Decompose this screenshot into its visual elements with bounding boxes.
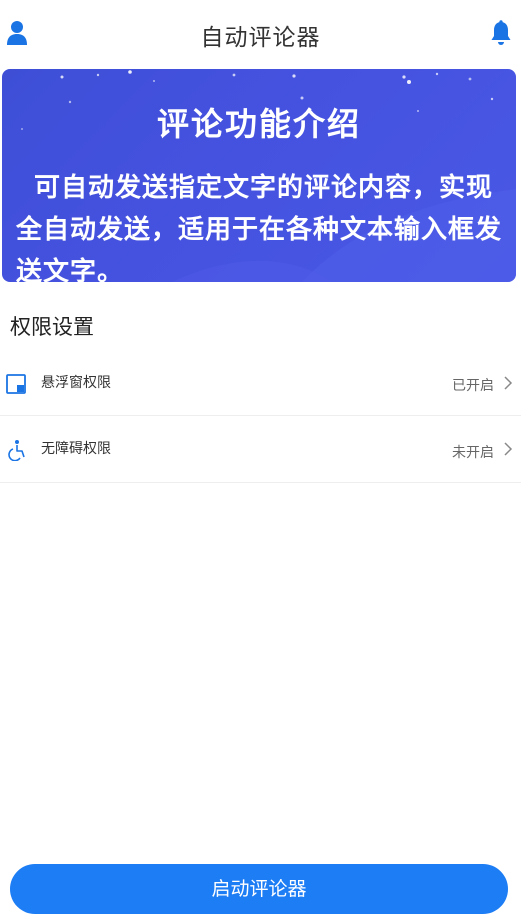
accessibility-icon (8, 440, 25, 461)
chevron-right-icon (504, 442, 513, 456)
divider (0, 415, 521, 416)
banner-title: 评论功能介绍 (156, 105, 361, 143)
divider (0, 482, 521, 483)
permission-label: 无障碍权限 (41, 441, 111, 457)
section-title: 权限设置 (10, 315, 94, 339)
permission-label: 悬浮窗权限 (41, 375, 111, 391)
app-header: 自动评论器 (0, 0, 521, 68)
chevron-right-icon (504, 376, 513, 390)
permission-row-floating-window[interactable]: 悬浮窗权限 已开启 (0, 350, 521, 416)
banner-description: 可自动发送指定文字的评论内容，实现全自动发送，适用于在各种文本输入框发送文字。 (16, 173, 503, 282)
bell-icon[interactable] (490, 20, 512, 46)
page-title: 自动评论器 (200, 25, 321, 51)
start-commenter-button[interactable]: 启动评论器 (10, 864, 508, 914)
permission-status: 未开启 (452, 445, 494, 461)
permission-row-accessibility[interactable]: 无障碍权限 未开启 (0, 417, 521, 483)
intro-banner: 评论功能介绍 可自动发送指定文字的评论内容，实现全自动发送，适用于在各种文本输入… (2, 69, 516, 282)
permission-status: 已开启 (452, 378, 494, 394)
floating-window-icon (6, 374, 26, 394)
